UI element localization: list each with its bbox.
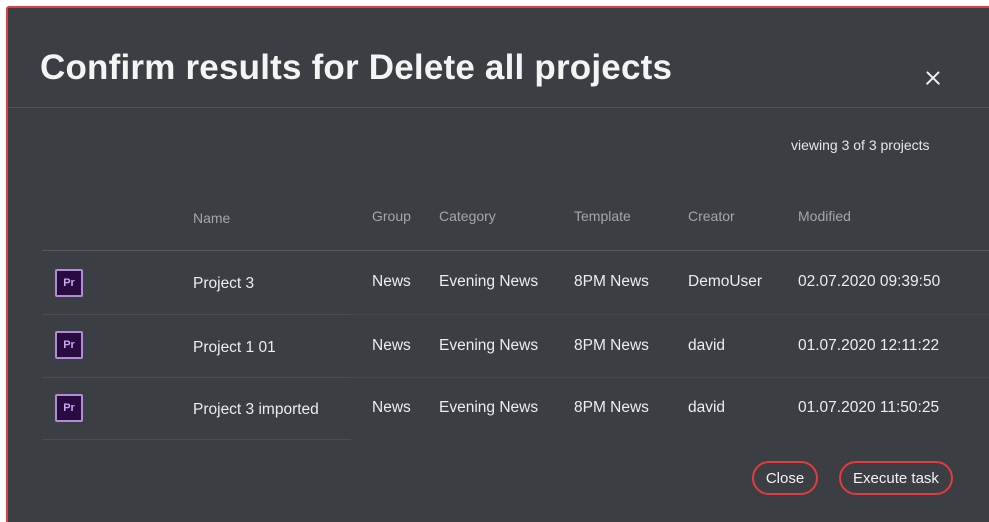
project-name: Project 3 [193,275,255,292]
project-template: 8PM News [574,399,649,416]
project-creator: david [688,399,726,416]
close-icon[interactable] [920,66,946,92]
project-category: Evening News [439,399,539,416]
row-divider [351,377,989,378]
column-header-modified[interactable]: Modified [798,208,851,224]
project-count: viewing 3 of 3 projects [791,137,930,153]
column-header-group[interactable]: Group [372,208,411,224]
row-divider [351,314,989,315]
column-header-creator[interactable]: Creator [688,208,735,224]
project-group: News [372,337,411,354]
table-header-divider [42,250,989,251]
execute-task-button[interactable]: Execute task [839,461,953,495]
project-creator: DemoUser [688,273,763,290]
project-group: News [372,399,411,416]
project-category: Evening News [439,273,539,290]
column-header-template[interactable]: Template [574,208,631,224]
row-divider [42,439,351,440]
project-modified: 01.07.2020 12:11:22 [798,337,940,354]
row-divider [42,314,351,315]
title-divider [8,107,989,108]
premiere-pro-icon: Pr [55,269,83,297]
dialog-title: Confirm results for Delete all projects [40,48,673,87]
project-modified: 02.07.2020 09:39:50 [798,273,941,290]
project-template: 8PM News [574,337,649,354]
row-divider [42,377,351,378]
project-template: 8PM News [574,273,649,290]
project-group: News [372,273,411,290]
project-name: Project 3 imported [193,401,319,418]
close-button[interactable]: Close [752,461,818,495]
project-category: Evening News [439,337,539,354]
project-modified: 01.07.2020 11:50:25 [798,399,940,416]
confirm-results-dialog: Confirm results for Delete all projects … [6,6,989,522]
project-name: Project 1 01 [193,339,276,356]
column-header-name[interactable]: Name [193,210,230,226]
column-header-category[interactable]: Category [439,208,496,224]
project-creator: david [688,337,726,354]
premiere-pro-icon: Pr [55,331,83,359]
premiere-pro-icon: Pr [55,394,83,422]
